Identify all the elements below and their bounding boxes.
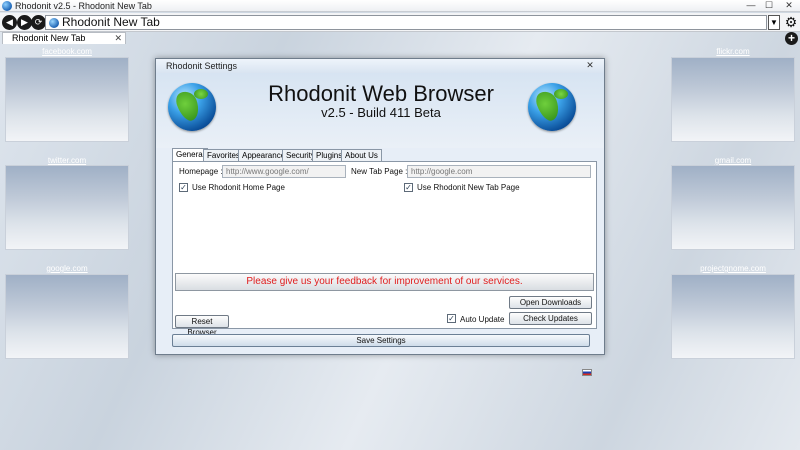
gear-icon[interactable]: ⚙ [783, 14, 799, 30]
speed-dial-label[interactable]: flickr.com [671, 47, 795, 56]
window-controls: — ☐ ✕ [742, 0, 800, 12]
language-flag-icon[interactable] [582, 369, 592, 376]
maximize-button[interactable]: ☐ [760, 0, 778, 12]
site-globe-icon [49, 18, 59, 28]
version-label: v2.5 - Build 411 Beta [321, 105, 441, 120]
forward-icon[interactable]: ▶ [17, 15, 32, 30]
use-newtab-page-checkbox[interactable]: ✓ [404, 183, 413, 192]
speed-dial-label[interactable]: google.com [5, 264, 129, 273]
speed-dial-thumbnail[interactable] [5, 274, 129, 359]
reload-icon[interactable]: ⟳ [31, 15, 46, 30]
dialog-title: Rhodonit Settings [166, 61, 238, 71]
tab-close-icon[interactable]: ✕ [114, 33, 122, 44]
speed-dial-label[interactable]: gmail.com [671, 156, 795, 165]
auto-update-checkbox[interactable]: ✓ [447, 314, 456, 323]
url-input[interactable]: Rhodonit New Tab [45, 15, 767, 30]
speed-dial-thumbnail[interactable] [5, 165, 129, 250]
url-text: Rhodonit New Tab [62, 15, 160, 29]
open-downloads-button[interactable]: Open Downloads [509, 296, 592, 309]
tab-new-tab[interactable]: Rhodonit New Tab ✕ [2, 32, 126, 44]
speed-dial-label[interactable]: twitter.com [5, 156, 129, 165]
auto-update-label: Auto Update [460, 315, 505, 324]
tab-strip: Rhodonit New Tab ✕ [0, 32, 800, 44]
address-bar: ◀ ▶ ⟳ Rhodonit New Tab ▼ ⚙ [0, 13, 800, 32]
globe-icon [528, 83, 576, 131]
speed-dial-label[interactable]: facebook.com [5, 47, 129, 56]
use-newtab-page-label: Use Rhodonit New Tab Page [417, 183, 520, 192]
save-settings-button[interactable]: Save Settings [172, 334, 590, 347]
settings-dialog: Rhodonit Settings ✕ Rhodonit Web Browser… [155, 58, 605, 355]
feedback-banner[interactable]: Please give us your feedback for improve… [175, 273, 594, 291]
general-tab-panel: Homepage : http://www.google.com/ New Ta… [172, 161, 597, 337]
speed-dial-thumbnail[interactable] [671, 165, 795, 250]
speed-dial-thumbnail[interactable] [5, 57, 129, 142]
dialog-titlebar: Rhodonit Settings ✕ [156, 59, 604, 73]
dialog-heading: Rhodonit Web Browser [268, 81, 494, 106]
globe-icon [168, 83, 216, 131]
newtab-page-label: New Tab Page : [351, 167, 408, 176]
use-home-page-checkbox[interactable]: ✓ [179, 183, 188, 192]
homepage-field[interactable]: http://www.google.com/ [222, 165, 346, 178]
close-window-button[interactable]: ✕ [778, 0, 800, 12]
dialog-close-icon[interactable]: ✕ [580, 60, 600, 71]
back-icon[interactable]: ◀ [2, 15, 17, 30]
speed-dial-thumbnail[interactable] [671, 274, 795, 359]
new-tab-icon[interactable]: + [785, 32, 798, 45]
newtab-page-field[interactable]: http://google.com [407, 165, 591, 178]
speed-dial-thumbnail[interactable] [671, 57, 795, 142]
check-updates-button[interactable]: Check Updates [509, 312, 592, 325]
window-titlebar: Rhodonit v2.5 - Rhodonit New Tab — ☐ ✕ [0, 0, 800, 12]
minimize-button[interactable]: — [742, 0, 760, 12]
rhodonit-app-icon [2, 1, 12, 11]
reset-browser-button[interactable]: Reset Browser [175, 315, 229, 337]
use-home-page-label: Use Rhodonit Home Page [192, 183, 285, 192]
tab-label: Rhodonit New Tab [12, 33, 86, 43]
url-dropdown-icon[interactable]: ▼ [768, 15, 780, 30]
window-title: Rhodonit v2.5 - Rhodonit New Tab [15, 1, 152, 11]
speed-dial-label[interactable]: projectgnome.com [671, 264, 795, 273]
homepage-label: Homepage : [179, 167, 223, 176]
